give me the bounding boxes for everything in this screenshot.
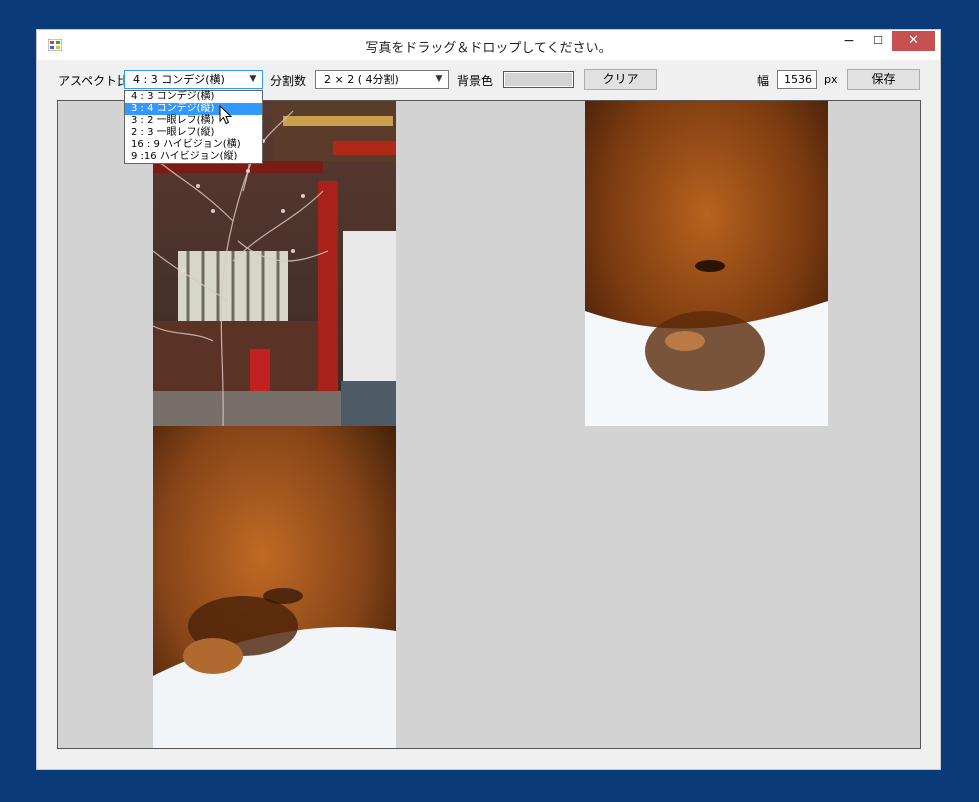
- divisions-value: 2 × 2 ( 4分割): [324, 73, 399, 86]
- app-window: 写真をドラッグ＆ドロップしてください。 − ☐ ✕ アスペクト比 4 : 3 コ…: [36, 29, 941, 770]
- dropdown-option[interactable]: 3 : 2 一眼レフ(横): [125, 115, 262, 127]
- dropdown-option[interactable]: 2 : 3 一眼レフ(縦): [125, 127, 262, 139]
- aspect-ratio-dropdown-list[interactable]: 4 : 3 コンデジ(横) 3 : 4 コンデジ(縦) 3 : 2 一眼レフ(横…: [124, 90, 263, 164]
- photo-canvas[interactable]: [57, 100, 921, 749]
- dropdown-option[interactable]: 4 : 3 コンデジ(横): [125, 91, 262, 103]
- photo-dog-1[interactable]: [585, 101, 828, 426]
- clear-button[interactable]: クリア: [584, 69, 657, 90]
- bgcolor-label: 背景色: [457, 74, 494, 88]
- aspect-ratio-value: 4 : 3 コンデジ(横): [133, 73, 225, 86]
- window-title: 写真をドラッグ＆ドロップしてください。: [365, 41, 612, 56]
- close-button[interactable]: ✕: [892, 31, 935, 51]
- minimize-button[interactable]: −: [835, 31, 863, 51]
- dropdown-option[interactable]: 9 :16 ハイビジョン(縦): [125, 151, 262, 163]
- chevron-down-icon[interactable]: ▼: [433, 71, 445, 88]
- divisions-select[interactable]: 2 × 2 ( 4分割) ▼: [315, 70, 449, 89]
- maximize-button[interactable]: ☐: [864, 31, 892, 51]
- width-unit: px: [824, 73, 838, 86]
- divisions-label: 分割数: [270, 74, 307, 88]
- save-button[interactable]: 保存: [847, 69, 920, 90]
- dropdown-option[interactable]: 16 : 9 ハイビジョン(横): [125, 139, 262, 151]
- photo-dog-2[interactable]: [153, 426, 396, 749]
- chevron-down-icon[interactable]: ▼: [247, 71, 259, 88]
- bgcolor-swatch[interactable]: [503, 71, 574, 88]
- mouse-pointer-icon: [219, 105, 232, 125]
- dropdown-option-highlighted[interactable]: 3 : 4 コンデジ(縦): [125, 103, 262, 115]
- width-input[interactable]: 1536: [777, 70, 817, 89]
- title-bar[interactable]: 写真をドラッグ＆ドロップしてください。 − ☐ ✕: [37, 30, 940, 60]
- aspect-ratio-label: アスペクト比: [58, 74, 130, 88]
- width-label: 幅: [757, 74, 770, 88]
- aspect-ratio-select[interactable]: 4 : 3 コンデジ(横) ▼: [124, 70, 263, 89]
